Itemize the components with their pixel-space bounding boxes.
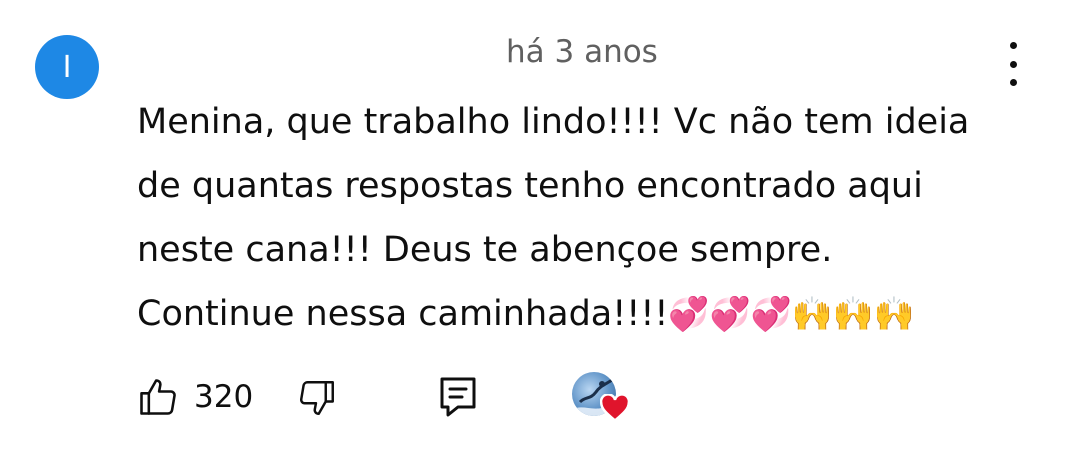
like-count: 320 xyxy=(194,379,254,415)
comment-emoji: 💞💞💞🙌🙌🙌 xyxy=(668,294,915,333)
comment-text: Menina, que trabalho lindo!!!! Vc não te… xyxy=(137,90,1017,346)
thumbs-down-icon xyxy=(300,381,334,415)
comment-line: Menina, que trabalho lindo!!!! Vc não te… xyxy=(137,102,970,142)
more-vert-icon xyxy=(1009,42,1017,49)
comment-actions: 320 xyxy=(0,370,1080,430)
avatar-initial: I xyxy=(62,49,72,85)
creator-heart-badge xyxy=(570,370,632,426)
comment-line-last: Continue nessa caminhada!!!!💞💞💞🙌🙌🙌 xyxy=(137,282,1017,346)
reply-button[interactable] xyxy=(438,375,478,419)
dislike-button[interactable] xyxy=(296,377,338,419)
comment-line: de quantas respostas tenho encontrado aq… xyxy=(137,166,923,206)
thumbs-up-icon xyxy=(140,379,176,415)
comment-card: I há 3 anos Menina, que trabalho lindo!!… xyxy=(0,0,1080,459)
more-options-button[interactable] xyxy=(997,42,1029,86)
avatar[interactable]: I xyxy=(35,35,99,99)
comment-line: Continue nessa caminhada!!!! xyxy=(137,294,669,334)
comment-line: neste cana!!! Deus te abençoe sempre. xyxy=(137,230,833,270)
more-vert-icon-dot xyxy=(1009,60,1017,68)
reply-icon xyxy=(440,377,476,417)
comment-timestamp: há 3 anos xyxy=(506,34,658,70)
creator-heart-icon xyxy=(600,394,630,422)
like-button[interactable]: 320 xyxy=(136,375,253,419)
more-vert-icon-dot xyxy=(1009,79,1017,86)
